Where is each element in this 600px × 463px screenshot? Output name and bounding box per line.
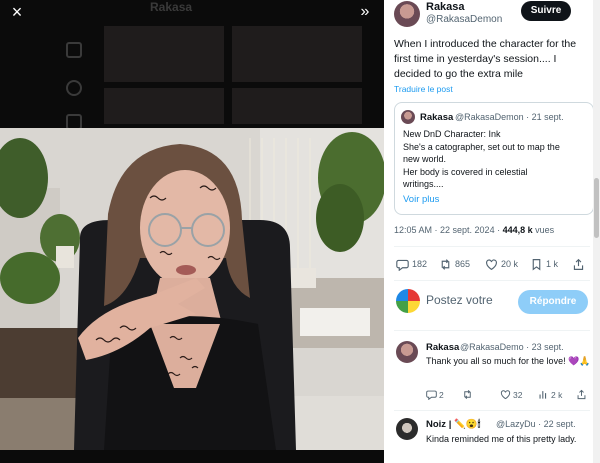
scrollbar-thumb[interactable]	[594, 178, 599, 238]
follow-button[interactable]: Suivre	[521, 1, 571, 21]
reply-action[interactable]: 182	[396, 255, 427, 273]
photo-illustration	[0, 128, 384, 450]
share-action[interactable]	[576, 389, 587, 400]
views-count: 444,8 k	[502, 225, 533, 235]
bookmark-icon	[532, 258, 541, 271]
divider	[394, 280, 590, 281]
avatar[interactable]	[396, 341, 418, 363]
views-count: 2 k	[551, 389, 563, 400]
post-actions: 182 865 20 k 1 k	[384, 255, 600, 275]
quoted-text-line: new world.	[403, 154, 447, 164]
divider	[394, 410, 590, 411]
bookmark-action[interactable]: 1 k	[530, 255, 558, 273]
repost-count: 865	[455, 259, 471, 269]
reply-author-handle[interactable]: @RakasaDemo · 23 sept.	[460, 342, 564, 352]
post-detail-panel: Rakasa @RakasaDemon Suivre When I introd…	[384, 0, 600, 463]
repost-icon	[464, 390, 471, 399]
reply-author-handle[interactable]: @LazyDu · 22 sept.	[496, 419, 576, 429]
post-timestamp[interactable]: 12:05 AM · 22 sept. 2024 ·	[394, 225, 503, 235]
avatar	[396, 289, 420, 313]
like-count: 20 k	[501, 259, 519, 269]
quoted-post-text: New DnD Character: Ink She's a catograph…	[403, 128, 591, 191]
reply-count: 2	[439, 389, 444, 400]
bookmark-count: 1 k	[546, 259, 559, 269]
expand-panel-icon[interactable]: »	[354, 2, 376, 24]
quoted-author-handle: @RakasaDemon · 21 sept.	[455, 112, 564, 122]
post-meta: 12:05 AM · 22 sept. 2024 · 444,8 k vues	[394, 225, 554, 235]
explore-icon	[66, 80, 82, 96]
reply-actions: 2 32 2 k	[426, 389, 596, 403]
views-label: vues	[532, 225, 555, 235]
divider	[394, 246, 590, 247]
like-action[interactable]: 20 k	[485, 255, 518, 273]
avatar	[401, 110, 415, 124]
avatar[interactable]	[394, 1, 420, 27]
background-thumbnail	[232, 88, 362, 124]
like-count: 32	[513, 389, 523, 400]
author-name[interactable]: Rakasa	[426, 1, 465, 13]
reply-composer: Postez votre Répondre	[384, 283, 600, 323]
reply-count: 182	[412, 259, 428, 269]
quoted-text-line: writings....	[403, 179, 444, 189]
background-thumbnail	[104, 26, 224, 82]
heart-icon	[486, 258, 497, 270]
share-icon	[573, 258, 584, 270]
repost-icon	[441, 258, 450, 270]
reply-item[interactable]: Rakasa @RakasaDemo · 23 sept. Thank you …	[384, 338, 600, 408]
reply-action[interactable]: 2	[426, 389, 444, 400]
repost-action[interactable]	[462, 389, 473, 400]
quoted-text-line: Her body is covered in celestial	[403, 166, 528, 177]
author-handle[interactable]: @RakasaDemon	[426, 14, 502, 25]
quoted-text-line: She's a catographer, set out to map the	[403, 141, 560, 152]
repost-action[interactable]: 865	[439, 255, 470, 273]
close-icon[interactable]: ×	[6, 2, 28, 24]
reply-icon	[396, 259, 409, 271]
media-viewer: Rakasa × »	[0, 0, 384, 463]
quoted-author-name: Rakasa	[420, 112, 454, 123]
reply-item[interactable]: Noiz | ✏️😮🕯 @LazyDu · 22 sept. Kinda rem…	[384, 416, 600, 463]
post-photo[interactable]	[0, 128, 384, 450]
background-thumbnail	[104, 88, 224, 124]
divider	[394, 330, 590, 331]
reply-text: Kinda reminded me of this pretty lady.	[426, 434, 577, 444]
quoted-post[interactable]: Rakasa @RakasaDemon · 21 sept. New DnD C…	[394, 102, 594, 215]
home-icon	[66, 42, 82, 58]
avatar[interactable]	[396, 418, 418, 440]
reply-author-name[interactable]: Rakasa	[426, 342, 459, 353]
translate-link[interactable]: Traduire le post	[394, 84, 453, 94]
views-icon	[539, 391, 547, 399]
like-action[interactable]: 32	[500, 389, 522, 400]
share-icon	[577, 389, 586, 400]
share-action[interactable]	[572, 255, 585, 273]
reply-input[interactable]: Postez votre	[426, 293, 493, 307]
show-more-link[interactable]: Voir plus	[403, 194, 439, 205]
post-author: Rakasa @RakasaDemon Suivre	[384, 0, 600, 30]
views-action[interactable]: 2 k	[538, 389, 562, 400]
background-thumbnail	[232, 26, 362, 82]
background-author-name: Rakasa	[150, 0, 193, 14]
reply-icon	[426, 390, 437, 400]
reply-text: Thank you all so much for the love! 💜🙏	[426, 356, 591, 366]
post-text: When I introduced the character for the …	[394, 38, 577, 80]
reply-author-name[interactable]: Noiz | ✏️😮🕯	[426, 419, 480, 430]
reply-button[interactable]: Répondre	[518, 290, 588, 314]
heart-icon	[500, 390, 511, 400]
quoted-text-line: New DnD Character: Ink	[403, 129, 501, 139]
